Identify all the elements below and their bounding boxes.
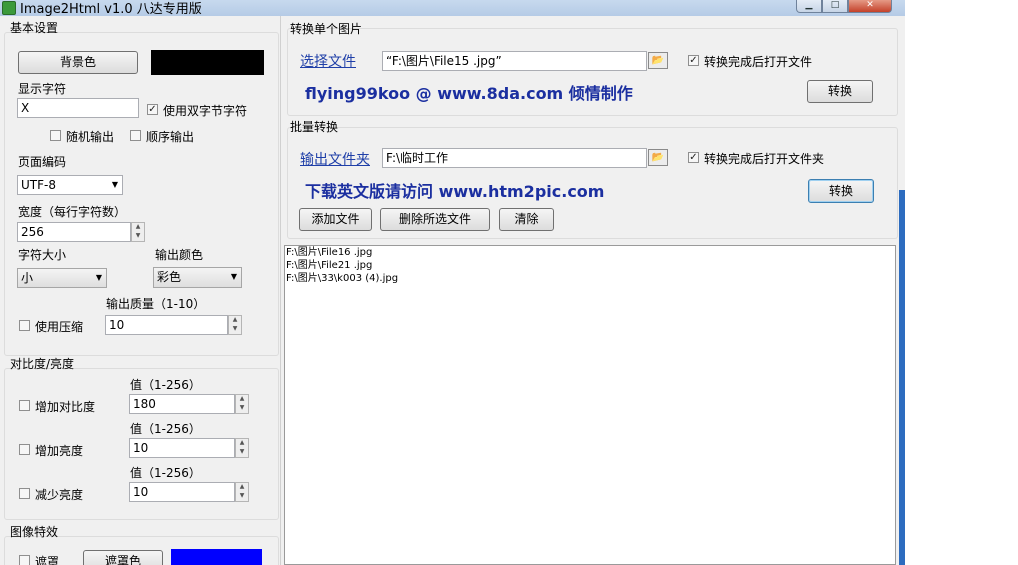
output-color-select[interactable]: 彩色 ▼ xyxy=(153,267,242,288)
double-byte-checkbox[interactable]: ✓ xyxy=(147,104,158,115)
spin-down-icon[interactable]: ▼ xyxy=(236,492,248,501)
width-spinner[interactable]: ▲ ▼ xyxy=(131,222,145,242)
app-icon xyxy=(2,1,16,15)
spin-up-icon[interactable]: ▲ xyxy=(236,439,248,448)
select-file-link[interactable]: 选择文件 xyxy=(300,51,356,71)
mask-color-swatch[interactable] xyxy=(171,549,262,565)
sequential-output-checkbox[interactable] xyxy=(130,130,141,141)
list-item[interactable]: F:\图片\File21 .jpg xyxy=(285,259,895,272)
download-note[interactable]: 下载英文版请访问 www.htm2pic.com xyxy=(305,178,604,202)
window-edge-scrollbar xyxy=(899,190,905,565)
background-color-swatch[interactable] xyxy=(151,50,264,75)
file-path-input[interactable]: “F:\图片\File15 .jpg” xyxy=(382,51,647,71)
background-color-button[interactable]: 背景色 xyxy=(18,51,138,74)
chevron-down-icon: ▼ xyxy=(111,180,118,189)
decrease-brightness-checkbox[interactable] xyxy=(19,488,30,499)
list-item[interactable]: F:\图片\File16 .jpg xyxy=(285,246,895,259)
brightness-spinner[interactable]: ▲ ▼ xyxy=(235,438,249,458)
contrast-heading: 对比度/亮度 xyxy=(10,357,75,371)
increase-brightness-checkbox[interactable] xyxy=(19,444,30,455)
clear-button[interactable]: 清除 xyxy=(499,208,554,231)
folder-icon: 📂 xyxy=(651,55,665,66)
open-folder-after-label: 转换完成后打开文件夹 xyxy=(704,152,825,166)
quality-input[interactable]: 10 xyxy=(105,315,228,335)
compress-label: 使用压缩 xyxy=(35,320,84,334)
brightness-range-label: 值（1-256） xyxy=(130,422,201,436)
display-chars-input[interactable]: X xyxy=(17,98,139,118)
folder-icon: 📂 xyxy=(651,152,665,163)
darken-spinner[interactable]: ▲ ▼ xyxy=(235,482,249,502)
random-output-checkbox[interactable] xyxy=(50,130,61,141)
spin-up-icon[interactable]: ▲ xyxy=(229,316,241,325)
add-files-button[interactable]: 添加文件 xyxy=(299,208,372,231)
file-list[interactable]: F:\图片\File16 .jpg F:\图片\File21 .jpg F:\图… xyxy=(284,245,896,565)
increase-contrast-checkbox[interactable] xyxy=(19,400,30,411)
sequential-output-label: 顺序输出 xyxy=(146,130,195,144)
effects-heading: 图像特效 xyxy=(10,525,59,539)
contrast-range-label: 值（1-256） xyxy=(130,378,201,392)
encoding-select[interactable]: UTF-8 ▼ xyxy=(17,175,123,195)
spin-up-icon[interactable]: ▲ xyxy=(236,483,248,492)
close-button[interactable]: ✕ xyxy=(848,0,892,13)
font-size-value: 小 xyxy=(21,271,34,285)
credit-text: flying99koo @ www.8da.com 倾情制作 xyxy=(305,84,633,103)
browse-folder-button[interactable]: 📂 xyxy=(648,149,668,166)
minimize-button[interactable]: ▁ xyxy=(796,0,822,13)
spin-down-icon[interactable]: ▼ xyxy=(236,404,248,413)
basic-settings-heading: 基本设置 xyxy=(10,21,59,35)
maximize-button[interactable]: □ xyxy=(822,0,848,13)
output-color-value: 彩色 xyxy=(157,270,182,284)
increase-contrast-label: 增加对比度 xyxy=(35,400,96,414)
double-byte-label: 使用双字节字符 xyxy=(163,104,248,118)
quality-spinner[interactable]: ▲ ▼ xyxy=(228,315,242,335)
open-file-after-label: 转换完成后打开文件 xyxy=(704,55,813,69)
brightness-value-input[interactable]: 10 xyxy=(129,438,235,458)
encoding-label: 页面编码 xyxy=(18,155,67,169)
output-folder-input[interactable]: F:\临时工作 xyxy=(382,148,647,168)
list-item[interactable]: F:\图片\33\k003 (4).jpg xyxy=(285,272,895,285)
display-chars-label: 显示字符 xyxy=(18,82,67,96)
spin-up-icon[interactable]: ▲ xyxy=(132,223,144,232)
mask-label: 遮罩 xyxy=(35,555,60,565)
caption-buttons: ▁ □ ✕ xyxy=(796,0,892,13)
width-label: 宽度（每行字符数） xyxy=(18,205,127,219)
darken-value-input[interactable]: 10 xyxy=(129,482,235,502)
app-window: Image2Html v1.0 八达专用版 ▁ □ ✕ 基本设置 背景色 显示字… xyxy=(0,0,905,565)
browse-file-button[interactable]: 📂 xyxy=(648,52,668,69)
delete-selected-button[interactable]: 删除所选文件 xyxy=(380,208,490,231)
spin-down-icon[interactable]: ▼ xyxy=(229,325,241,334)
spin-down-icon[interactable]: ▼ xyxy=(236,448,248,457)
chevron-down-icon: ▼ xyxy=(95,273,102,282)
convert-batch-button[interactable]: 转换 xyxy=(808,179,874,203)
decrease-brightness-label: 减少亮度 xyxy=(35,488,84,502)
font-size-select[interactable]: 小 ▼ xyxy=(17,268,107,288)
open-folder-after-checkbox[interactable]: ✓ xyxy=(688,152,699,163)
panel-divider xyxy=(280,16,281,565)
output-color-label: 输出颜色 xyxy=(155,248,204,262)
output-folder-link[interactable]: 输出文件夹 xyxy=(300,149,370,169)
title-bar: Image2Html v1.0 八达专用版 ▁ □ ✕ xyxy=(0,0,905,17)
mask-checkbox[interactable] xyxy=(19,555,30,565)
encoding-value: UTF-8 xyxy=(21,178,56,192)
quality-label: 输出质量（1-10） xyxy=(106,297,206,311)
width-input[interactable]: 256 xyxy=(17,222,131,242)
increase-brightness-label: 增加亮度 xyxy=(35,444,84,458)
random-output-label: 随机输出 xyxy=(66,130,115,144)
contrast-spinner[interactable]: ▲ ▼ xyxy=(235,394,249,414)
spin-up-icon[interactable]: ▲ xyxy=(236,395,248,404)
font-size-label: 字符大小 xyxy=(18,248,67,262)
open-file-after-checkbox[interactable]: ✓ xyxy=(688,55,699,66)
single-convert-heading: 转换单个图片 xyxy=(290,22,363,36)
convert-single-button[interactable]: 转换 xyxy=(807,80,873,103)
contrast-value-input[interactable]: 180 xyxy=(129,394,235,414)
darken-range-label: 值（1-256） xyxy=(130,466,201,480)
spin-down-icon[interactable]: ▼ xyxy=(132,232,144,241)
chevron-down-icon: ▼ xyxy=(230,272,237,281)
mask-color-button[interactable]: 遮罩色 xyxy=(83,550,163,565)
window-title: Image2Html v1.0 八达专用版 xyxy=(20,2,202,17)
compress-checkbox[interactable] xyxy=(19,320,30,331)
batch-convert-heading: 批量转换 xyxy=(290,120,339,134)
